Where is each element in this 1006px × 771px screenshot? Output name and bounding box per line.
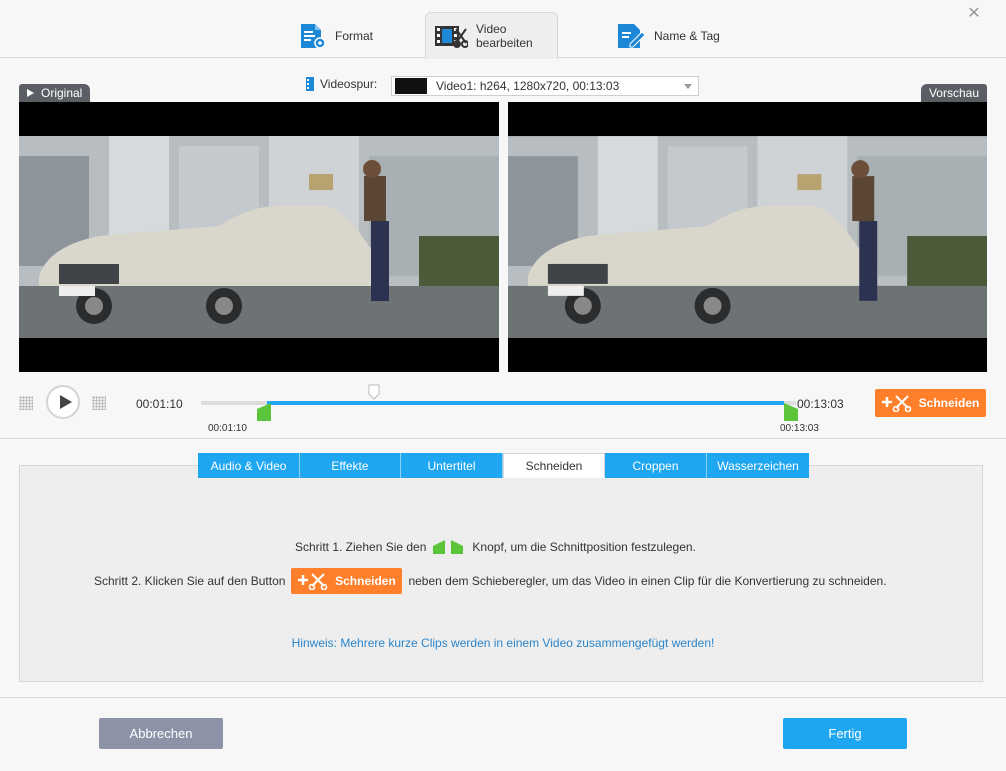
cut-button-label: Schneiden (918, 396, 980, 410)
tab-crop[interactable]: Croppen (605, 453, 707, 478)
hint-text: Hinweis: Mehrere kurze Clips werden in e… (291, 636, 715, 650)
tab-video-edit-label: Video bearbeiten (476, 22, 533, 50)
video-frame-original (19, 136, 499, 338)
cancel-button[interactable]: Abbrechen (99, 718, 223, 749)
preview-video-pane (508, 102, 987, 372)
step1-text-after: Knopf, um die Schnittposition festzulege… (472, 540, 696, 554)
step2-text-after: neben dem Schieberegler, um das Video in… (408, 574, 887, 588)
instruction-step2: Schritt 2. Klicken Sie auf den Button Sc… (94, 568, 887, 594)
tab-format-label: Format (335, 28, 374, 43)
format-settings-icon (301, 23, 326, 49)
timeline-selection (266, 401, 784, 405)
video-track-label: Videospur: (306, 77, 377, 91)
original-label-text: Original (41, 86, 83, 100)
done-button[interactable]: Fertig (783, 718, 907, 749)
cut-scissors-icon (298, 573, 328, 590)
film-strip-icon (306, 77, 314, 91)
video-track-value: Video1: h264, 1280x720, 00:13:03 (436, 79, 620, 93)
instruction-step1: Schritt 1. Ziehen Sie den Knopf, um die … (295, 539, 696, 555)
tab-name-tag-label: Name & Tag (654, 28, 720, 43)
video-track-label-text: Videospur: (320, 77, 378, 91)
video-frame-preview (508, 136, 987, 338)
top-tab-bar: ✕ Format Video bearbeiten Name & Tag (0, 0, 1006, 59)
step1-text-before: Schritt 1. Ziehen Sie den (295, 540, 427, 554)
play-triangle-icon (27, 89, 34, 97)
original-label: Original (19, 84, 91, 102)
step2-text-before: Schritt 2. Klicken Sie auf den Button (94, 574, 286, 588)
tab-video-edit[interactable]: Video bearbeiten (425, 12, 558, 59)
playhead-handle[interactable] (368, 384, 380, 400)
start-marker-time: 00:01:10 (208, 423, 247, 434)
video-edit-icon (435, 26, 468, 48)
tab-audio-video[interactable]: Audio & Video (198, 453, 300, 478)
tab-subtitles[interactable]: Untertitel (401, 453, 503, 478)
tab-watermark[interactable]: Wasserzeichen (707, 453, 809, 478)
tab-format[interactable]: Format (285, 12, 381, 59)
chevron-down-icon (684, 84, 692, 89)
edit-tab-bar: Audio & Video Effekte Untertitel Schneid… (198, 453, 809, 478)
end-marker-time: 00:13:03 (780, 423, 819, 434)
tab-cut[interactable]: Schneiden (503, 453, 605, 478)
end-time: 00:13:03 (797, 397, 844, 411)
end-marker-handle[interactable] (782, 403, 798, 421)
drag-handle-right[interactable] (92, 396, 106, 410)
tab-effects[interactable]: Effekte (300, 453, 401, 478)
start-marker-handle[interactable] (256, 403, 273, 421)
original-video-pane (19, 102, 499, 372)
preview-label: Vorschau (920, 84, 987, 102)
current-time: 00:01:10 (136, 397, 183, 411)
inline-cut-label: Schneiden (335, 574, 396, 588)
cut-scissors-icon (881, 395, 911, 412)
video-track-select[interactable]: Video1: h264, 1280x720, 00:13:03 (391, 76, 699, 96)
name-tag-edit-icon (618, 23, 646, 48)
marker-handles-icon (433, 540, 464, 554)
cut-button[interactable]: Schneiden (875, 389, 986, 417)
video-thumbnail (395, 78, 427, 94)
inline-cut-button: Schneiden (291, 568, 403, 594)
divider (0, 438, 1006, 439)
divider (0, 697, 1006, 698)
play-button[interactable] (46, 385, 80, 419)
tab-name-tag[interactable]: Name & Tag (604, 12, 728, 59)
close-icon[interactable]: ✕ (966, 6, 982, 22)
drag-handle-left[interactable] (19, 396, 33, 410)
